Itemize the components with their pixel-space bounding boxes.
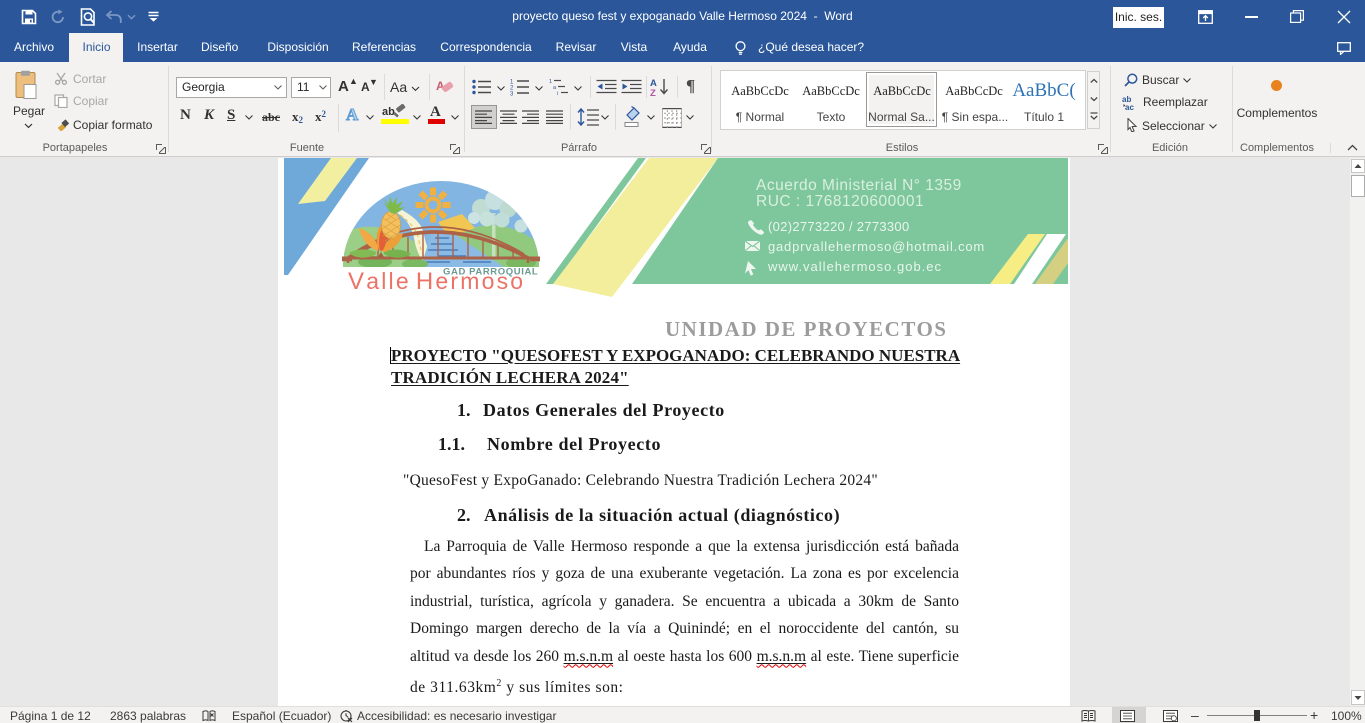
svg-text:gadprvallehermoso@hotmail.com: gadprvallehermoso@hotmail.com	[768, 239, 985, 254]
svg-text:Z: Z	[650, 88, 656, 97]
svg-text:i: i	[557, 91, 558, 96]
svg-text:www.vallehermoso.gob.ec: www.vallehermoso.gob.ec	[767, 259, 942, 274]
svg-text:3: 3	[510, 92, 514, 97]
svg-text:ValleHermoso: ValleHermoso	[348, 268, 525, 295]
svg-text:1: 1	[549, 79, 552, 85]
svg-text:ac: ac	[1125, 103, 1134, 110]
svg-text:Acuerdo Ministerial N° 1359: Acuerdo Ministerial N° 1359	[756, 177, 962, 194]
svg-text:(02)2773220 / 2773300: (02)2773220 / 2773300	[768, 219, 909, 234]
svg-text:RUC : 1768120600001: RUC : 1768120600001	[756, 193, 924, 210]
